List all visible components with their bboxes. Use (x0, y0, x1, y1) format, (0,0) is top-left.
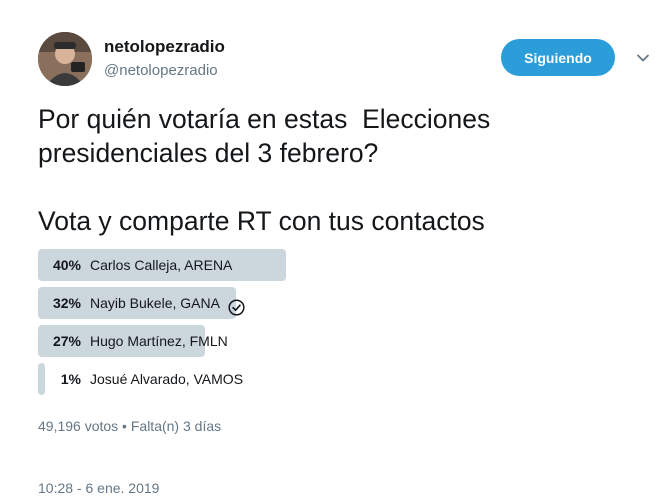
poll-percent: 40% (52, 257, 81, 273)
poll-option-label: Hugo Martínez, FMLN (90, 325, 228, 357)
poll-option: 40% Carlos Calleja, ARENA (38, 249, 368, 281)
tweet-timestamp[interactable]: 10:28 - 6 ene. 2019 (38, 480, 159, 496)
poll-option-label: Nayib Bukele, GANA (90, 287, 245, 319)
chevron-down-icon[interactable] (636, 51, 650, 65)
avatar-image (38, 32, 92, 86)
tweet-line: presidenciales del 3 febrero? (38, 138, 379, 168)
poll-option-text: Josué Alvarado, VAMOS (90, 371, 244, 387)
poll-option-text: Nayib Bukele, GANA (90, 295, 220, 311)
poll-percent: 32% (52, 295, 81, 311)
following-button[interactable]: Siguiendo (501, 39, 615, 76)
check-circle-icon (228, 295, 245, 316)
poll-option: 1% Josué Alvarado, VAMOS (38, 363, 368, 395)
poll-option-text: Carlos Calleja, ARENA (90, 257, 233, 273)
tweet-line: Vota y comparte RT con tus contactos (38, 206, 485, 236)
avatar[interactable] (38, 32, 92, 86)
poll-percent: 27% (52, 333, 81, 349)
display-name[interactable]: netolopezradio (104, 37, 225, 57)
poll: 40% Carlos Calleja, ARENA 32% Nayib Buke… (38, 249, 368, 401)
poll-option-label: Carlos Calleja, ARENA (90, 249, 232, 281)
tweet-text: Por quién votaría en estas Elecciones pr… (38, 102, 648, 238)
poll-percent: 1% (60, 371, 81, 387)
poll-option-text: Hugo Martínez, FMLN (90, 333, 228, 349)
poll-vote-count: 49,196 votos • Falta(n) 3 días (38, 418, 222, 434)
poll-option: 32% Nayib Bukele, GANA (38, 287, 368, 319)
tweet-line: Por quién votaría en estas Elecciones (38, 104, 491, 134)
user-handle[interactable]: @netolopezradio (104, 62, 218, 79)
poll-option-label: Josué Alvarado, VAMOS (90, 363, 243, 395)
poll-option: 27% Hugo Martínez, FMLN (38, 325, 368, 357)
